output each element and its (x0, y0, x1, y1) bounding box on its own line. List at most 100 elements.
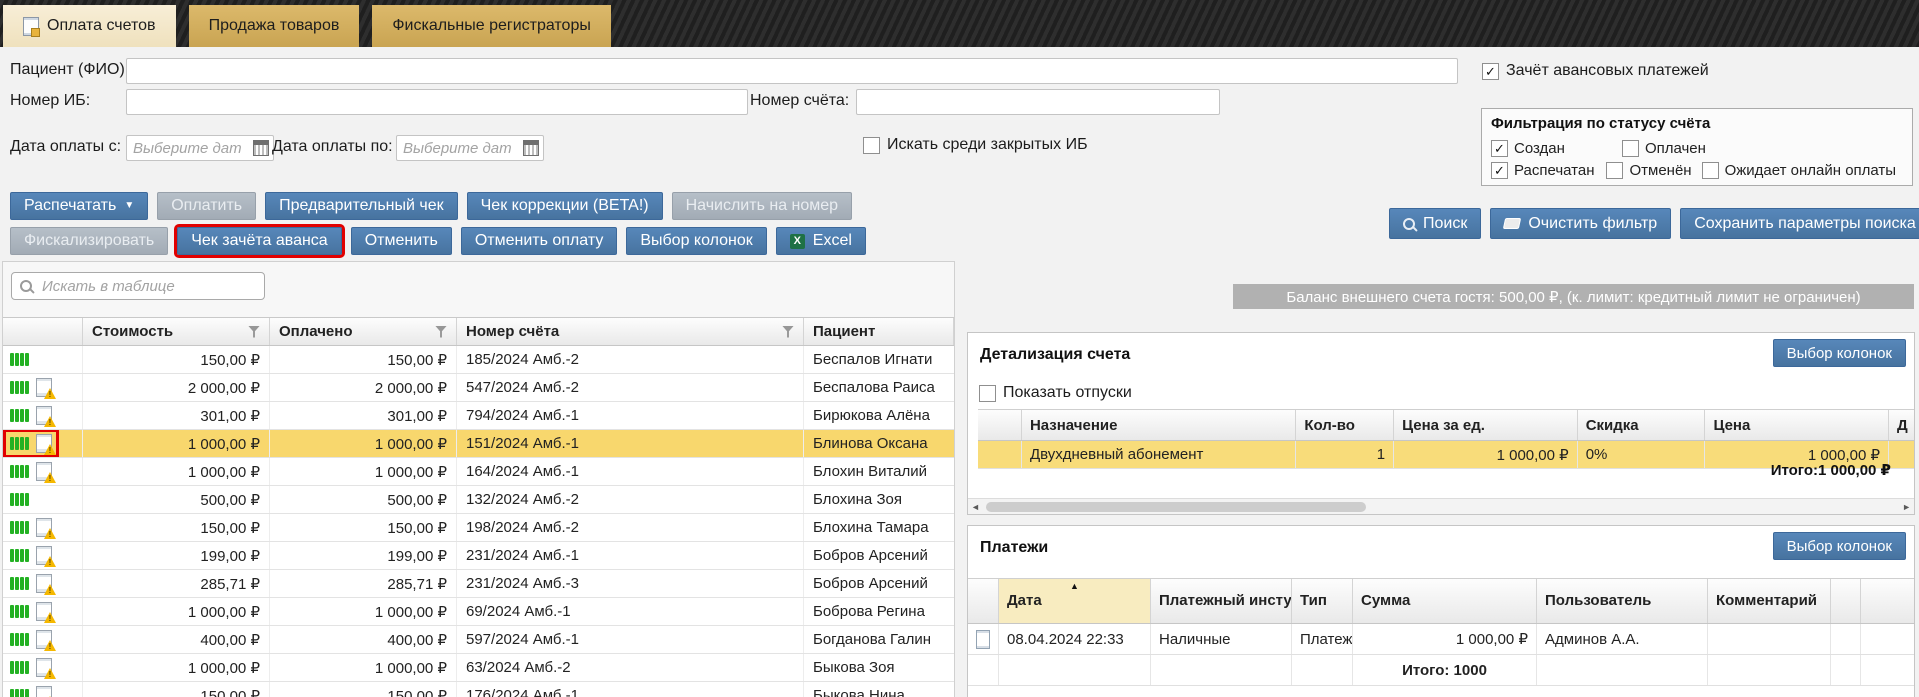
table-row[interactable]: 2 000,00 ₽2 000,00 ₽547/2024 Амб.-2Беспа… (3, 374, 954, 402)
details-column-header[interactable]: Цена за ед. (1394, 410, 1578, 440)
checkbox-icon[interactable] (979, 385, 996, 402)
save-search-params-button[interactable]: Сохранить параметры поиска (1680, 208, 1919, 239)
column-header-1[interactable]: Стоимость (83, 318, 270, 345)
details-column-header[interactable]: Д (1889, 410, 1914, 440)
table-row[interactable]: 500,00 ₽500,00 ₽132/2024 Амб.-2Блохина З… (3, 486, 954, 514)
status-cancelled-checkbox[interactable]: Отменён (1606, 162, 1691, 179)
invoice-number-cell: 151/2024 Амб.-1 (457, 430, 804, 457)
receipt-icon (976, 630, 990, 649)
filter-funnel-icon[interactable] (248, 326, 260, 338)
search-button[interactable]: Поиск (1389, 208, 1481, 239)
payments-column-header[interactable]: Сумма (1353, 579, 1537, 623)
table-row[interactable]: 301,00 ₽301,00 ₽794/2024 Амб.-1Бирюкова … (3, 402, 954, 430)
print-button[interactable]: Распечатать▼ (10, 192, 148, 220)
table-row[interactable]: 199,00 ₽199,00 ₽231/2024 Амб.-1Бобров Ар… (3, 542, 954, 570)
ib-number-input[interactable] (126, 89, 748, 115)
cancel-button[interactable]: Отменить (351, 227, 452, 255)
row-status-icons (6, 656, 56, 679)
payments-total-row: Итого: 1000 (968, 655, 1914, 686)
preliminary-check-button[interactable]: Предварительный чек (265, 192, 457, 220)
table-row[interactable]: 1 000,00 ₽1 000,00 ₽63/2024 Амб.-2Быкова… (3, 654, 954, 682)
invoice-number-cell: 132/2024 Амб.-2 (457, 486, 804, 513)
details-columns-button[interactable]: Выбор колонок (1773, 339, 1906, 367)
checkbox-icon[interactable]: ✓ (1491, 140, 1508, 157)
payment-row[interactable]: 08.04.2024 22:33НаличныеПлатеж1 000,00 ₽… (968, 624, 1914, 655)
status-created-checkbox[interactable]: ✓Создан (1491, 140, 1565, 157)
horizontal-scrollbar[interactable]: ◄ ► (968, 498, 1914, 514)
calendar-icon[interactable] (523, 140, 539, 156)
payments-column-header[interactable]: Комментарий (1708, 579, 1831, 623)
scroll-left-icon[interactable]: ◄ (971, 502, 980, 512)
payments-column-header[interactable]: Пользователь (1537, 579, 1708, 623)
scrollbar-thumb[interactable] (986, 502, 1366, 512)
checkbox-icon[interactable] (1622, 140, 1639, 157)
payments-column-header[interactable]: Платежный инстумент (1151, 579, 1292, 623)
charge-to-number-button[interactable]: Начислить на номер (672, 192, 852, 220)
details-column-header[interactable]: Кол-во (1296, 410, 1394, 440)
payments-column-header[interactable]: Тип (1292, 579, 1353, 623)
filter-funnel-icon[interactable] (782, 326, 794, 338)
date-to-label: Дата оплаты по: (272, 138, 393, 156)
show-vacations-checkbox[interactable]: Показать отпуски (979, 384, 1132, 402)
table-row[interactable]: 1 000,00 ₽1 000,00 ₽69/2024 Амб.-1Бобров… (3, 598, 954, 626)
status-paid-label: Оплачен (1645, 140, 1706, 157)
payment-status-icon (10, 661, 29, 674)
payments-columns-button[interactable]: Выбор колонок (1773, 532, 1906, 560)
excel-button[interactable]: XExcel (776, 227, 866, 255)
cancel-payment-button[interactable]: Отменить оплату (461, 227, 618, 255)
fiscalize-button[interactable]: Фискализировать (10, 227, 168, 255)
details-table: НазначениеКол-воЦена за ед.СкидкаЦенаДДв… (978, 409, 1914, 469)
table-row[interactable]: 285,71 ₽285,71 ₽231/2024 Амб.-3Бобров Ар… (3, 570, 954, 598)
status-printed-checkbox[interactable]: ✓Распечатан (1491, 162, 1594, 179)
status-paid-checkbox[interactable]: Оплачен (1622, 140, 1706, 157)
table-search[interactable] (11, 272, 265, 300)
status-awaiting-online-checkbox[interactable]: Ожидает онлайн оплаты (1702, 162, 1897, 179)
advance-offset-checkbox[interactable]: ✓ Зачёт авансовых платежей (1482, 62, 1709, 80)
correction-check-button[interactable]: Чек коррекции (BETA!) (467, 192, 663, 220)
filter-funnel-icon[interactable] (435, 326, 447, 338)
fiscal-warning-icon (36, 686, 52, 697)
details-column-header[interactable]: Назначение (1022, 410, 1296, 440)
column-header-2[interactable]: Оплачено (270, 318, 457, 345)
table-row[interactable]: 1 000,00 ₽1 000,00 ₽164/2024 Амб.-1Блохи… (3, 458, 954, 486)
paid-cell: 150,00 ₽ (270, 514, 457, 541)
tab-goods-sale[interactable]: Продажа товаров (189, 5, 360, 47)
payment-status-icon (10, 381, 29, 394)
date-to-input[interactable] (401, 139, 523, 158)
paid-cell: 1 000,00 ₽ (270, 458, 457, 485)
row-icons-cell (3, 570, 83, 597)
paid-cell: 1 000,00 ₽ (270, 598, 457, 625)
patient-cell: Блохина Тамара (804, 514, 954, 541)
invoice-number-input[interactable] (856, 89, 1220, 115)
patient-input[interactable] (126, 58, 1458, 84)
invoice-number-cell: 794/2024 Амб.-1 (457, 402, 804, 429)
date-from-field[interactable] (126, 135, 274, 161)
checkbox-icon[interactable]: ✓ (1482, 63, 1499, 80)
date-to-field[interactable] (396, 135, 544, 161)
date-from-input[interactable] (131, 139, 253, 158)
search-closed-ib-checkbox[interactable]: Искать среди закрытых ИБ (863, 136, 1088, 154)
column-header-4[interactable]: Пациент (804, 318, 954, 345)
pay-button[interactable]: Оплатить (157, 192, 256, 220)
table-row[interactable]: 1 000,00 ₽1 000,00 ₽151/2024 Амб.-1Блино… (3, 430, 954, 458)
column-header-3[interactable]: Номер счёта (457, 318, 804, 345)
checkbox-icon[interactable] (863, 137, 880, 154)
tab-fiscal-registers[interactable]: Фискальные регистраторы (372, 5, 611, 47)
checkbox-icon[interactable] (1606, 162, 1623, 179)
scroll-right-icon[interactable]: ► (1902, 502, 1911, 512)
table-row[interactable]: 150,00 ₽150,00 ₽185/2024 Амб.-2Беспалов … (3, 346, 954, 374)
table-row[interactable]: 150,00 ₽150,00 ₽176/2024 Амб.-1Быкова Ни… (3, 682, 954, 697)
payments-column-header[interactable]: ▲Дата (999, 579, 1151, 623)
choose-columns-button[interactable]: Выбор колонок (626, 227, 766, 255)
checkbox-icon[interactable] (1702, 162, 1719, 179)
table-row[interactable]: 150,00 ₽150,00 ₽198/2024 Амб.-2Блохина Т… (3, 514, 954, 542)
table-row[interactable]: 400,00 ₽400,00 ₽597/2024 Амб.-1Богданова… (3, 626, 954, 654)
details-column-header[interactable]: Скидка (1578, 410, 1706, 440)
checkbox-icon[interactable]: ✓ (1491, 162, 1508, 179)
tab-invoice-payment[interactable]: Оплата счетов (3, 5, 176, 47)
advance-offset-check-button[interactable]: Чек зачёта аванса (177, 227, 341, 255)
clear-filter-button[interactable]: Очистить фильтр (1490, 208, 1671, 239)
details-column-header[interactable]: Цена (1705, 410, 1889, 440)
calendar-icon[interactable] (253, 140, 269, 156)
table-search-input[interactable] (40, 277, 256, 296)
